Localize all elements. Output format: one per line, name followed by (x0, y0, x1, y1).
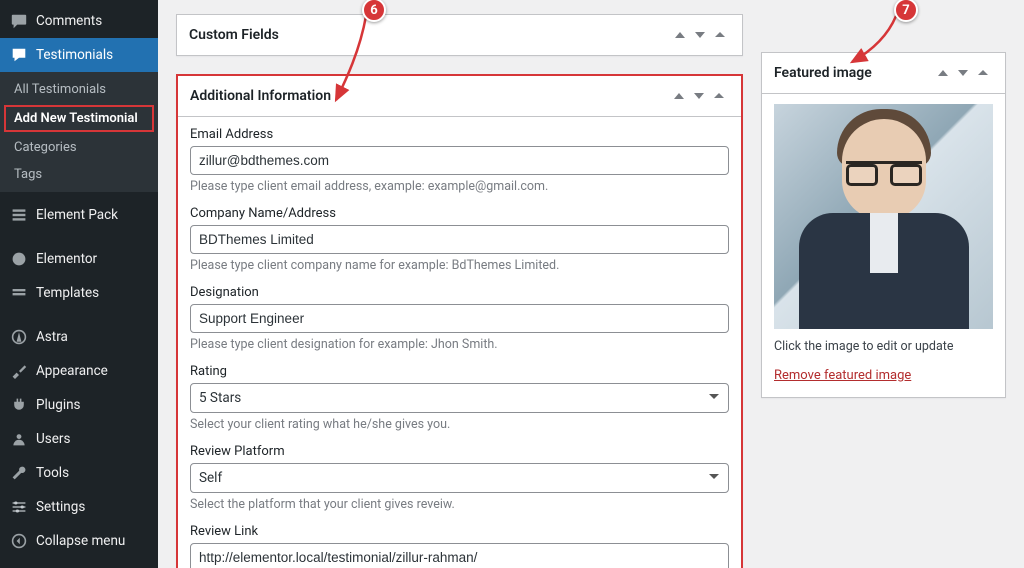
sidebar-label: Appearance (36, 363, 108, 379)
metabox-additional-information: Additional Information Email Address Ple… (176, 74, 743, 568)
field-help: Select the platform that your client giv… (190, 497, 729, 512)
sidebar-label: Collapse menu (36, 533, 125, 549)
rating-select[interactable]: 5 Stars (190, 383, 729, 413)
company-input[interactable] (190, 225, 729, 254)
submenu-categories[interactable]: Categories (0, 134, 158, 161)
field-label: Email Address (190, 127, 729, 142)
field-label: Review Platform (190, 444, 729, 459)
testimonial-icon (10, 46, 28, 64)
chevron-down-icon (708, 470, 720, 486)
collapse-icon (10, 532, 28, 550)
field-email: Email Address Please type client email a… (190, 127, 729, 194)
sidebar-submenu: All Testimonials Add New Testimonial Cat… (0, 72, 158, 192)
sidebar-item-tools[interactable]: Tools (0, 456, 158, 490)
field-help: Please type client designation for examp… (190, 337, 729, 352)
metabox-title: Featured image (774, 65, 933, 81)
metabox-head-featured-image[interactable]: Featured image (762, 53, 1005, 94)
metabox-featured-image: Featured image Click the image to edit o… (761, 52, 1006, 398)
field-company: Company Name/Address Please type client … (190, 206, 729, 273)
settings-icon (10, 498, 28, 516)
sidebar-label: Settings (36, 499, 85, 515)
sidebar-label: Comments (36, 13, 102, 29)
sidebar-item-appearance[interactable]: Appearance (0, 354, 158, 388)
metabox-title: Additional Information (190, 88, 669, 104)
field-rating: Rating 5 Stars Select your client rating… (190, 364, 729, 432)
metabox-title: Custom Fields (189, 27, 670, 43)
sidebar-label: Tools (36, 465, 69, 481)
sidebar-label: Templates (36, 285, 99, 301)
field-help: Select your client rating what he/she gi… (190, 417, 729, 432)
callout-badge-7: 7 (894, 0, 918, 22)
designation-input[interactable] (190, 304, 729, 333)
sidebar-label: Users (36, 431, 70, 447)
sidebar-item-templates[interactable]: Templates (0, 276, 158, 310)
field-platform: Review Platform Self Select the platform… (190, 444, 729, 512)
select-value: Self (199, 470, 222, 486)
sidebar-item-elementor[interactable]: Elementor (0, 242, 158, 276)
submenu-add-new-testimonial[interactable]: Add New Testimonial (4, 105, 154, 132)
sidebar-item-comments[interactable]: Comments (0, 4, 158, 38)
field-review-link: Review Link Please type client review li… (190, 524, 729, 568)
featured-image-thumbnail[interactable] (774, 104, 993, 329)
appearance-icon (10, 362, 28, 380)
submenu-all-testimonials[interactable]: All Testimonials (0, 76, 158, 103)
move-up-icon[interactable] (670, 25, 690, 45)
field-label: Rating (190, 364, 729, 379)
metabox-head-additional-information[interactable]: Additional Information (178, 76, 741, 117)
field-label: Company Name/Address (190, 206, 729, 221)
submenu-tags[interactable]: Tags (0, 161, 158, 188)
element-pack-icon (10, 206, 28, 224)
field-designation: Designation Please type client designati… (190, 285, 729, 352)
sidebar-label: Astra (36, 329, 68, 345)
chevron-down-icon (708, 390, 720, 406)
plugins-icon (10, 396, 28, 414)
elementor-icon (10, 250, 28, 268)
metabox-body: Click the image to edit or update Remove… (762, 94, 1005, 397)
sidebar-item-collapse[interactable]: Collapse menu (0, 524, 158, 558)
sidebar-item-astra[interactable]: Astra (0, 320, 158, 354)
move-up-icon[interactable] (933, 63, 953, 83)
move-down-icon[interactable] (689, 86, 709, 106)
toggle-icon[interactable] (973, 63, 993, 83)
comment-icon (10, 12, 28, 30)
toggle-icon[interactable] (710, 25, 730, 45)
sidebar-item-settings[interactable]: Settings (0, 490, 158, 524)
email-input[interactable] (190, 146, 729, 175)
sidebar-item-element-pack[interactable]: Element Pack (0, 198, 158, 232)
tools-icon (10, 464, 28, 482)
field-label: Review Link (190, 524, 729, 539)
admin-sidebar: Comments Testimonials All Testimonials A… (0, 0, 158, 568)
move-up-icon[interactable] (669, 86, 689, 106)
review-link-input[interactable] (190, 543, 729, 568)
users-icon (10, 430, 28, 448)
move-down-icon[interactable] (690, 25, 710, 45)
field-label: Designation (190, 285, 729, 300)
sidebar-item-plugins[interactable]: Plugins (0, 388, 158, 422)
astra-icon (10, 328, 28, 346)
toggle-icon[interactable] (709, 86, 729, 106)
platform-select[interactable]: Self (190, 463, 729, 493)
metabox-head-custom-fields[interactable]: Custom Fields (177, 15, 742, 55)
field-help: Please type client company name for exam… (190, 258, 729, 273)
move-down-icon[interactable] (953, 63, 973, 83)
featured-image-caption: Click the image to edit or update (774, 339, 993, 354)
metabox-custom-fields: Custom Fields (176, 14, 743, 56)
sidebar-label: Elementor (36, 251, 97, 267)
remove-featured-image-link[interactable]: Remove featured image (774, 368, 911, 383)
templates-icon (10, 284, 28, 302)
field-help: Please type client email address, exampl… (190, 179, 729, 194)
sidebar-item-users[interactable]: Users (0, 422, 158, 456)
sidebar-item-testimonials[interactable]: Testimonials (0, 38, 158, 72)
main-content: 6 7 Custom Fields Additional Information (158, 0, 1024, 568)
select-value: 5 Stars (199, 390, 241, 406)
sidebar-label: Element Pack (36, 207, 118, 223)
sidebar-label: Testimonials (36, 47, 113, 63)
metabox-body: Email Address Please type client email a… (178, 117, 741, 568)
sidebar-label: Plugins (36, 397, 81, 413)
avatar-illustration (799, 104, 969, 329)
